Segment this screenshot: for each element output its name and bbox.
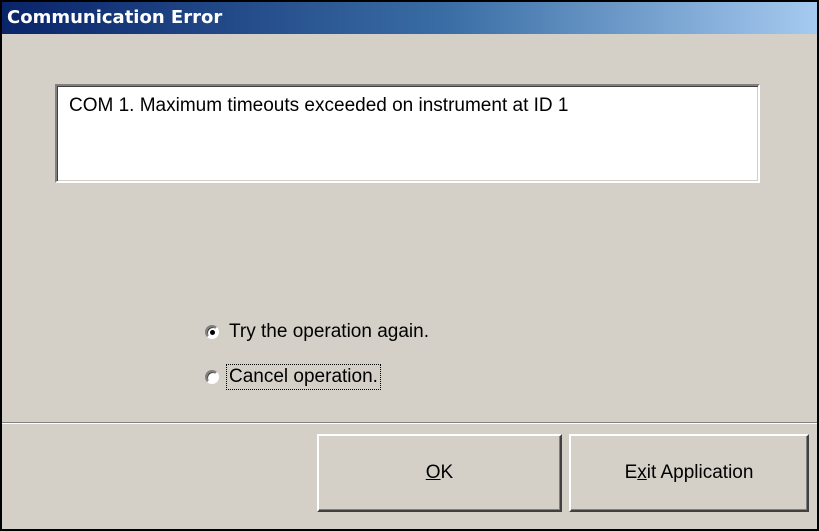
exit-button-label-prefix: E <box>624 462 638 483</box>
button-area-separator <box>2 422 817 424</box>
dialog-title: Communication Error <box>7 7 223 28</box>
radio-selected-dot-icon <box>210 330 215 335</box>
error-message-box: COM 1. Maximum timeouts exceeded on inst… <box>55 84 760 183</box>
radio-cancel-operation-label[interactable]: Cancel operation. <box>226 364 381 390</box>
ok-button-label-suffix: K <box>440 462 454 483</box>
radio-button-icon[interactable] <box>205 370 219 384</box>
title-bar[interactable]: Communication Error <box>2 2 817 34</box>
exit-button-label-suffix: it Application <box>646 462 754 483</box>
error-message-text: COM 1. Maximum timeouts exceeded on inst… <box>69 95 569 116</box>
exit-application-button[interactable]: Exit Application <box>569 434 809 512</box>
dialog-body: COM 1. Maximum timeouts exceeded on inst… <box>2 34 817 529</box>
ok-button[interactable]: OK <box>317 434 562 512</box>
communication-error-dialog: Communication Error COM 1. Maximum timeo… <box>0 0 819 531</box>
radio-button-icon[interactable] <box>205 325 219 339</box>
exit-button-mnemonic: x <box>637 462 647 483</box>
ok-button-mnemonic: O <box>425 462 441 483</box>
radio-try-again-label[interactable]: Try the operation again. <box>227 320 431 344</box>
